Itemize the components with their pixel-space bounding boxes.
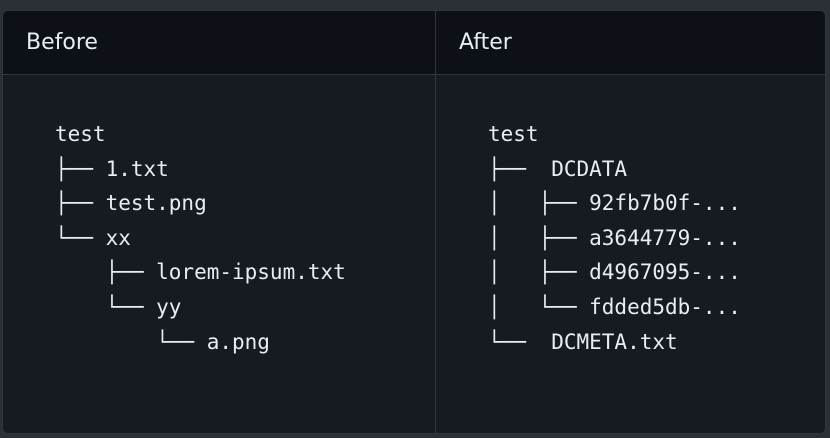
tree-line: └── xx [55,225,131,250]
tree-line: │ └── fdded5db-... [488,294,741,319]
after-tree: test ├── DCDATA │ ├── 92fb7b0f-... │ ├──… [488,117,825,359]
after-header: After [435,11,825,75]
tree-line: │ ├── 92fb7b0f-... [488,191,741,216]
tree-line: ├── test.png [55,191,207,216]
tree-line: ├── 1.txt [55,156,169,181]
tree-line: │ ├── a3644779-... [488,225,741,250]
tree-line: test [488,122,539,146]
tree-line: ├── lorem-ipsum.txt [55,260,346,285]
before-tree: test ├── 1.txt ├── test.png └── xx ├── l… [55,117,435,359]
before-header: Before [3,11,435,75]
tree-line: │ ├── d4967095-... [488,260,741,285]
tree-line: ├── DCDATA [488,156,628,181]
tree-line: └── a.png [55,329,270,354]
tree-line: └── yy [55,294,182,319]
comparison-table: Before After test ├── 1.txt ├── test.png… [2,10,826,434]
before-panel: test ├── 1.txt ├── test.png └── xx ├── l… [3,75,435,433]
tree-line: test [55,122,106,146]
after-panel: test ├── DCDATA │ ├── 92fb7b0f-... │ ├──… [435,75,825,433]
tree-line: └── DCMETA.txt [488,329,678,354]
